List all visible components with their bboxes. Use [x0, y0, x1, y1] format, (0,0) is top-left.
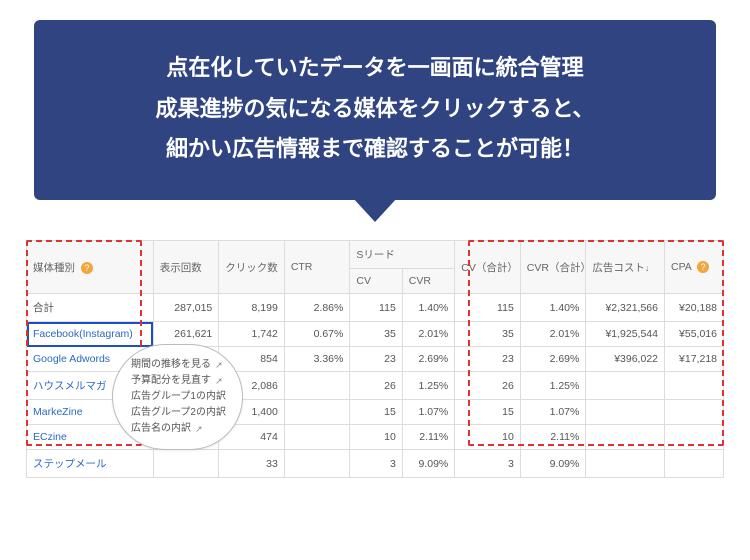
cell-imp: 287,015 [153, 294, 219, 322]
cell-media[interactable]: ステップメール [27, 450, 154, 478]
cell-cvr: 2.69% [402, 347, 454, 372]
cell-cvT: 35 [455, 322, 521, 347]
external-link-icon: ↗ [215, 358, 223, 372]
cell-cv: 35 [350, 322, 402, 347]
cell-cvrT: 1.07% [520, 400, 586, 425]
cell-cost [586, 400, 665, 425]
help-icon[interactable]: ? [81, 262, 93, 274]
cell-cost [586, 425, 665, 450]
popup-item-label: 広告グループ1の内訳 [131, 389, 226, 405]
cell-media[interactable]: Facebook(Instagram) [27, 322, 154, 347]
callout-line: 細かい広告情報まで確認することが可能！ [58, 129, 692, 170]
col-header-lead-cv[interactable]: CV [350, 269, 402, 294]
cell-clk: 33 [219, 450, 285, 478]
cell-cvr: 1.25% [402, 372, 454, 400]
col-header-cvr-total[interactable]: CVR（合計） [520, 241, 586, 294]
popup-item[interactable]: 広告グループ2の内訳 [131, 405, 226, 421]
popup-item[interactable]: 広告グループ1の内訳 [131, 389, 226, 405]
cell-cv: 15 [350, 400, 402, 425]
cell-cvr: 9.09% [402, 450, 454, 478]
popup-item-label: 期間の推移を見る [131, 357, 211, 373]
cell-cvr: 1.40% [402, 294, 454, 322]
col-header-label: 媒体種別 [33, 262, 75, 274]
col-header-lead-group[interactable]: Sリード [350, 241, 455, 269]
cell-cv: 10 [350, 425, 402, 450]
cell-cv: 3 [350, 450, 402, 478]
cell-cvrT: 1.40% [520, 294, 586, 322]
popup-item[interactable]: 期間の推移を見る ↗ [131, 357, 226, 373]
col-header-cv-total[interactable]: CV（合計） [455, 241, 521, 294]
cell-ctr: 0.67% [284, 322, 350, 347]
col-header-clicks[interactable]: クリック数 [219, 241, 285, 294]
cell-cpa: ¥20,188 [665, 294, 724, 322]
cell-ctr: 2.86% [284, 294, 350, 322]
cell-ctr [284, 425, 350, 450]
popup-item-label: 広告グループ2の内訳 [131, 405, 226, 421]
cell-cpa [665, 400, 724, 425]
table-row[interactable]: Facebook(Instagram)261,6211,7420.67%352.… [27, 322, 724, 347]
popup-item-label: 広告名の内訳 [131, 421, 191, 437]
help-icon[interactable]: ? [697, 261, 709, 273]
cell-cvrT: 9.09% [520, 450, 586, 478]
external-link-icon: ↗ [195, 422, 203, 436]
col-header-lead-cvr[interactable]: CVR [402, 269, 454, 294]
col-header-cpa[interactable]: CPA ? [665, 241, 724, 294]
cell-cvT: 23 [455, 347, 521, 372]
report-screenshot: 媒体種別 ? 表示回数 クリック数 CTR Sリード CV（合計） CVR（合計… [26, 240, 724, 478]
cell-cost: ¥2,321,566 [586, 294, 665, 322]
cell-cpa: ¥17,218 [665, 347, 724, 372]
cell-cvrT: 2.69% [520, 347, 586, 372]
cell-cvrT: 2.11% [520, 425, 586, 450]
promo-callout: 点在化していたデータを一画面に統合管理 成果進捗の気になる媒体をクリックすると、… [34, 20, 716, 200]
cell-cost [586, 450, 665, 478]
col-header-label: 広告コスト [592, 262, 645, 274]
callout-line: 成果進捗の気になる媒体をクリックすると、 [58, 89, 692, 130]
popup-item-label: 予算配分を見直す [131, 373, 211, 389]
external-link-icon: ↗ [215, 374, 223, 388]
cell-cost [586, 372, 665, 400]
cell-imp [153, 450, 219, 478]
cell-cvr: 2.11% [402, 425, 454, 450]
cell-cvr: 1.07% [402, 400, 454, 425]
cell-cvT: 10 [455, 425, 521, 450]
cell-cvrT: 1.25% [520, 372, 586, 400]
col-header-impressions[interactable]: 表示回数 [153, 241, 219, 294]
table-row[interactable]: 合計287,0158,1992.86%1151.40%1151.40%¥2,32… [27, 294, 724, 322]
cell-cvT: 3 [455, 450, 521, 478]
col-header-media[interactable]: 媒体種別 ? [27, 241, 154, 294]
cell-ctr [284, 400, 350, 425]
cell-ctr [284, 450, 350, 478]
cell-media[interactable]: 合計 [27, 294, 154, 322]
cell-clk: 8,199 [219, 294, 285, 322]
cell-cvr: 2.01% [402, 322, 454, 347]
context-popup[interactable]: 期間の推移を見る ↗ 予算配分を見直す ↗ 広告グループ1の内訳 広告グループ2の内… [112, 344, 243, 450]
table-row[interactable]: ステップメール3339.09%39.09% [27, 450, 724, 478]
cell-cvT: 26 [455, 372, 521, 400]
popup-item[interactable]: 広告名の内訳 ↗ [131, 421, 226, 437]
cell-cost: ¥1,925,544 [586, 322, 665, 347]
col-header-label: CPA [671, 261, 691, 273]
cell-clk: 1,742 [219, 322, 285, 347]
cell-cpa: ¥55,016 [665, 322, 724, 347]
cell-cv: 26 [350, 372, 402, 400]
popup-item[interactable]: 予算配分を見直す ↗ [131, 373, 226, 389]
col-header-ctr[interactable]: CTR [284, 241, 350, 294]
callout-line: 点在化していたデータを一画面に統合管理 [58, 48, 692, 89]
cell-imp: 261,621 [153, 322, 219, 347]
cell-cpa [665, 425, 724, 450]
cell-cvrT: 2.01% [520, 322, 586, 347]
cell-ctr: 3.36% [284, 347, 350, 372]
cell-cost: ¥396,022 [586, 347, 665, 372]
cell-cv: 115 [350, 294, 402, 322]
cell-cpa [665, 450, 724, 478]
cell-cpa [665, 372, 724, 400]
col-header-cost[interactable]: 広告コスト↓ [586, 241, 665, 294]
cell-cvT: 15 [455, 400, 521, 425]
cell-cv: 23 [350, 347, 402, 372]
cell-cvT: 115 [455, 294, 521, 322]
cell-ctr [284, 372, 350, 400]
sort-desc-icon: ↓ [645, 263, 650, 273]
